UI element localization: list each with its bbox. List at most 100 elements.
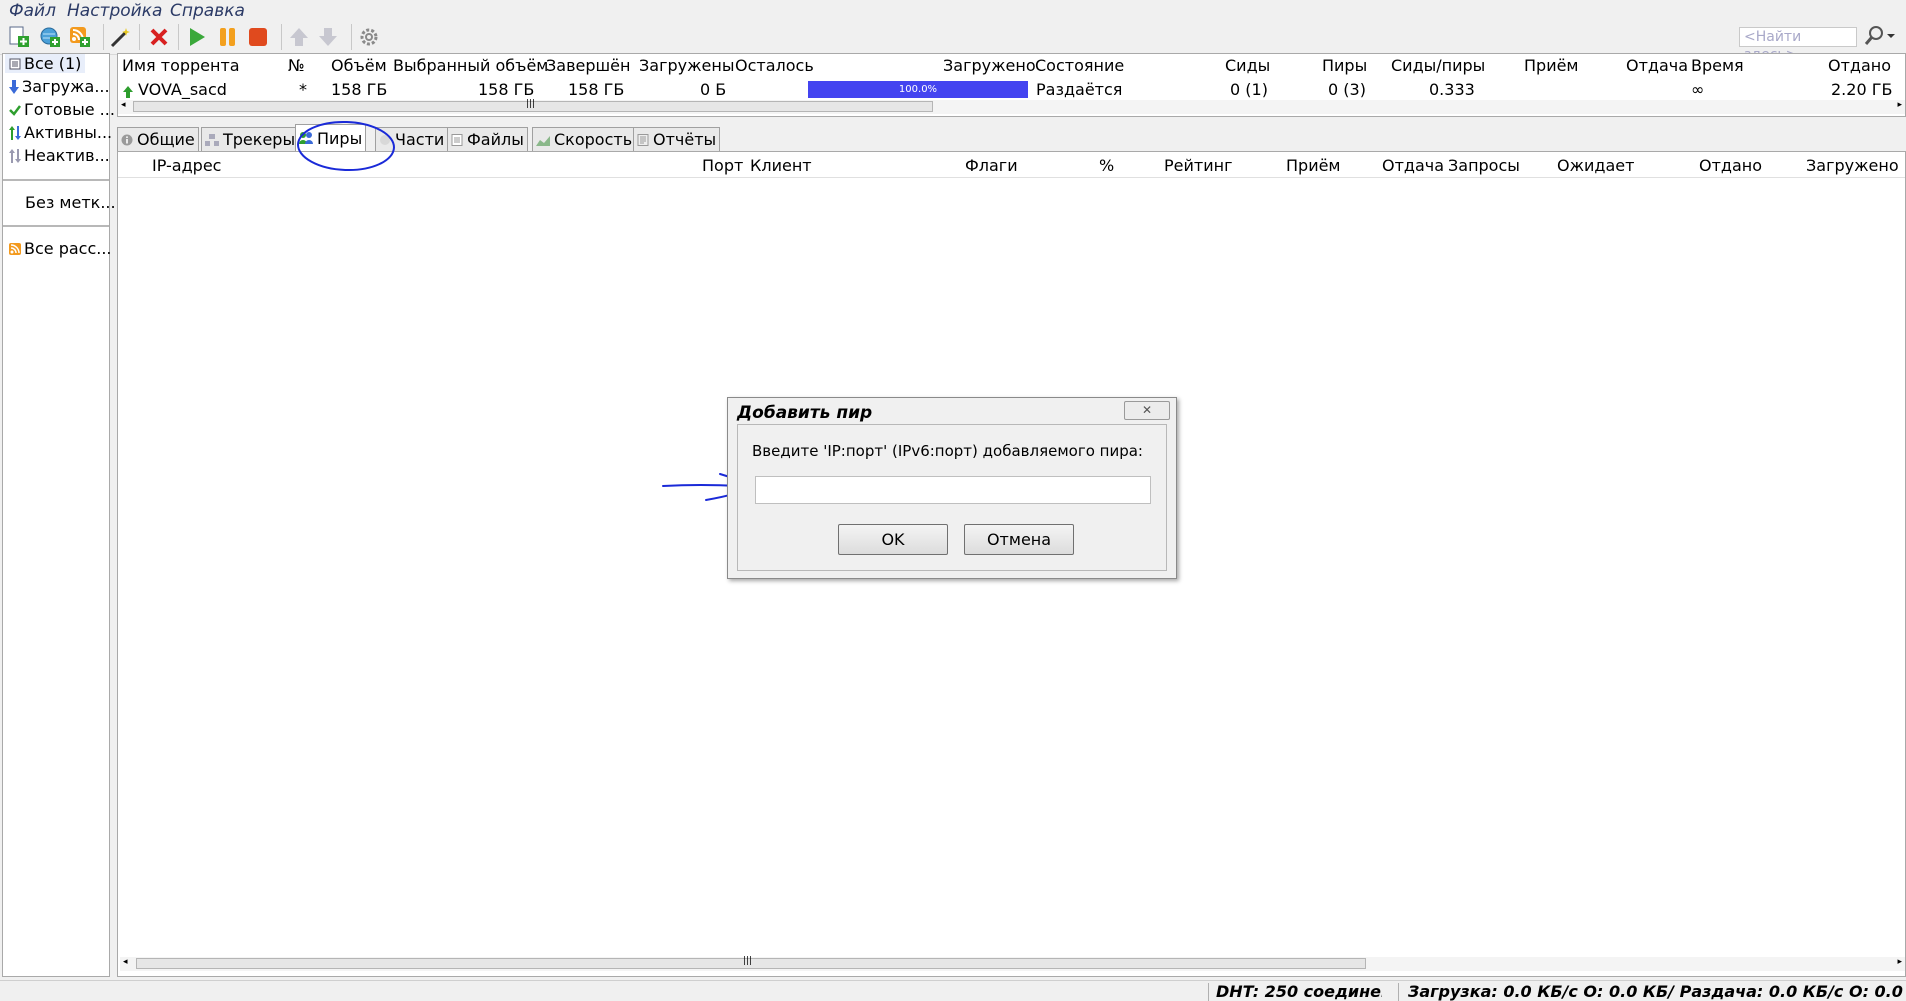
column-header[interactable]: Приём <box>1286 156 1341 175</box>
menu-settings[interactable]: Настройка <box>67 1 162 21</box>
torrent-name: VOVA_sacd <box>138 80 227 99</box>
column-header[interactable]: % <box>1099 156 1114 175</box>
search-dropdown-icon[interactable] <box>1884 24 1898 48</box>
column-header[interactable]: Отдача <box>1626 56 1688 75</box>
scroll-thumb[interactable]: ||| <box>133 99 933 112</box>
tab-general[interactable]: Общие <box>117 127 199 151</box>
dht-status: DHT: 250 соединени <box>1216 982 1382 1001</box>
scroll-thumb[interactable]: ||| <box>136 956 1366 969</box>
sidebar-item-active[interactable]: Активны... <box>9 123 112 142</box>
tab-trackers[interactable]: Трекеры <box>201 127 300 151</box>
sidebar-divider <box>3 225 109 227</box>
active-arrows-icon <box>9 125 21 140</box>
sidebar-item-label: Готовые ... <box>24 100 115 119</box>
column-header[interactable]: Флаги <box>965 156 1018 175</box>
settings-gear-icon[interactable] <box>357 25 381 49</box>
search-icon[interactable] <box>1862 24 1886 48</box>
sidebar-item-all[interactable]: Все (1) <box>5 54 86 73</box>
peers-icon <box>299 132 313 144</box>
ok-button[interactable]: OK <box>838 524 948 555</box>
tab-speed[interactable]: Скорость <box>532 127 637 151</box>
add-url-icon[interactable] <box>38 25 62 49</box>
inactive-arrows-icon <box>9 148 21 163</box>
column-header[interactable]: Сиды <box>1225 56 1270 75</box>
scroll-right-arrow-icon[interactable]: ▸ <box>1897 957 1902 967</box>
column-header[interactable]: Загружены <box>639 56 734 75</box>
sidebar-item-completed[interactable]: Готовые ... <box>9 100 115 119</box>
create-torrent-wand-icon[interactable] <box>108 25 132 49</box>
sidebar-divider <box>3 179 109 181</box>
torrent-number: * <box>299 80 307 99</box>
sidebar-item-label: Активны... <box>24 123 113 142</box>
category-sidebar: Все (1) Загружа... Готовые ... Активны..… <box>2 53 116 977</box>
column-header[interactable]: Отдано <box>1828 56 1891 75</box>
column-header[interactable]: Клиент <box>750 156 812 175</box>
rss-icon <box>9 242 21 255</box>
sidebar-item-rss[interactable]: Все расс... <box>9 239 112 258</box>
tab-peers[interactable]: Пиры <box>295 124 367 151</box>
column-header[interactable]: Ожидает <box>1557 156 1634 175</box>
menu-file[interactable]: Файл <box>9 1 56 21</box>
move-down-icon[interactable] <box>316 25 340 49</box>
torrent-time: ∞ <box>1691 80 1705 99</box>
checkmark-icon <box>9 104 21 116</box>
column-header[interactable]: Выбранный объём <box>393 56 548 75</box>
cancel-button[interactable]: Отмена <box>964 524 1074 555</box>
move-up-icon[interactable] <box>287 25 311 49</box>
speed-chart-icon <box>536 135 550 146</box>
column-header[interactable]: Загружено <box>1806 156 1899 175</box>
add-rss-icon[interactable] <box>68 25 92 49</box>
sidebar-item-no-label[interactable]: Без метк... <box>25 193 116 212</box>
status-divider <box>1208 983 1209 1001</box>
column-header[interactable]: Осталось <box>735 56 814 75</box>
column-header[interactable]: Запросы <box>1448 156 1520 175</box>
torrent-list-hscrollbar[interactable]: ◂ ||| ▸ <box>118 99 1905 114</box>
pieces-icon <box>380 134 390 145</box>
column-header[interactable]: Завершён <box>546 56 630 75</box>
info-icon <box>121 134 133 145</box>
pause-icon[interactable] <box>216 25 240 49</box>
column-header[interactable]: Время <box>1691 56 1744 75</box>
peers-hscrollbar[interactable]: ◂ ||| ▸ <box>120 956 1905 971</box>
column-header[interactable]: Приём <box>1524 56 1579 75</box>
sidebar-item-inactive[interactable]: Неактив... <box>9 146 110 165</box>
tab-files[interactable]: Файлы <box>447 127 528 151</box>
column-header[interactable]: Рейтинг <box>1164 156 1232 175</box>
tab-log[interactable]: Отчёты <box>633 127 721 151</box>
sidebar-item-downloading[interactable]: Загружа... <box>9 77 110 96</box>
files-icon <box>451 133 463 146</box>
column-header[interactable]: № <box>288 56 305 75</box>
scroll-left-arrow-icon[interactable]: ◂ <box>123 957 128 967</box>
column-header[interactable]: Состояние <box>1035 56 1124 75</box>
sidebar-item-label: Загружа... <box>22 77 110 96</box>
column-header[interactable]: Имя торрента <box>122 56 240 75</box>
stop-icon[interactable] <box>246 25 270 49</box>
column-header[interactable]: Загружено <box>943 56 1036 75</box>
scroll-right-arrow-icon[interactable]: ▸ <box>1897 100 1902 110</box>
column-header[interactable]: Отдача <box>1382 156 1444 175</box>
column-header[interactable]: IP-адрес <box>152 156 221 175</box>
transfer-status: Загрузка: 0.0 КБ/с О: 0.0 КБ/ Раздача: 0… <box>1408 982 1904 1001</box>
torrent-size: 158 ГБ <box>331 80 388 99</box>
torrent-peers: 0 (3) <box>1328 80 1366 99</box>
menu-help[interactable]: Справка <box>170 1 245 21</box>
dialog-prompt: Введите 'IP:порт' (IPv6:порт) добавляемо… <box>752 442 1143 460</box>
torrent-selected-size: 158 ГБ <box>478 80 535 99</box>
toolbar: <Найти здесь> <box>0 20 1906 63</box>
add-torrent-icon[interactable] <box>7 25 31 49</box>
column-header[interactable]: Порт <box>702 156 743 175</box>
torrent-state: Раздаётся <box>1036 80 1123 99</box>
search-input[interactable]: <Найти здесь> <box>1739 27 1857 63</box>
progress-bar: 100.0% <box>808 81 1028 98</box>
tab-pieces[interactable]: Части <box>375 127 449 151</box>
column-header[interactable]: Объём <box>331 56 387 75</box>
add-peer-dialog: Добавить пир ✕ Введите 'IP:порт' (IPv6:п… <box>727 397 1177 579</box>
column-header[interactable]: Пиры <box>1322 56 1367 75</box>
delete-icon[interactable] <box>147 25 171 49</box>
peer-address-input[interactable] <box>755 476 1151 504</box>
close-icon[interactable]: ✕ <box>1124 401 1170 420</box>
column-header[interactable]: Сиды/пиры <box>1391 56 1485 75</box>
start-icon[interactable] <box>185 25 209 49</box>
column-header[interactable]: Отдано <box>1699 156 1762 175</box>
scroll-left-arrow-icon[interactable]: ◂ <box>121 100 126 110</box>
